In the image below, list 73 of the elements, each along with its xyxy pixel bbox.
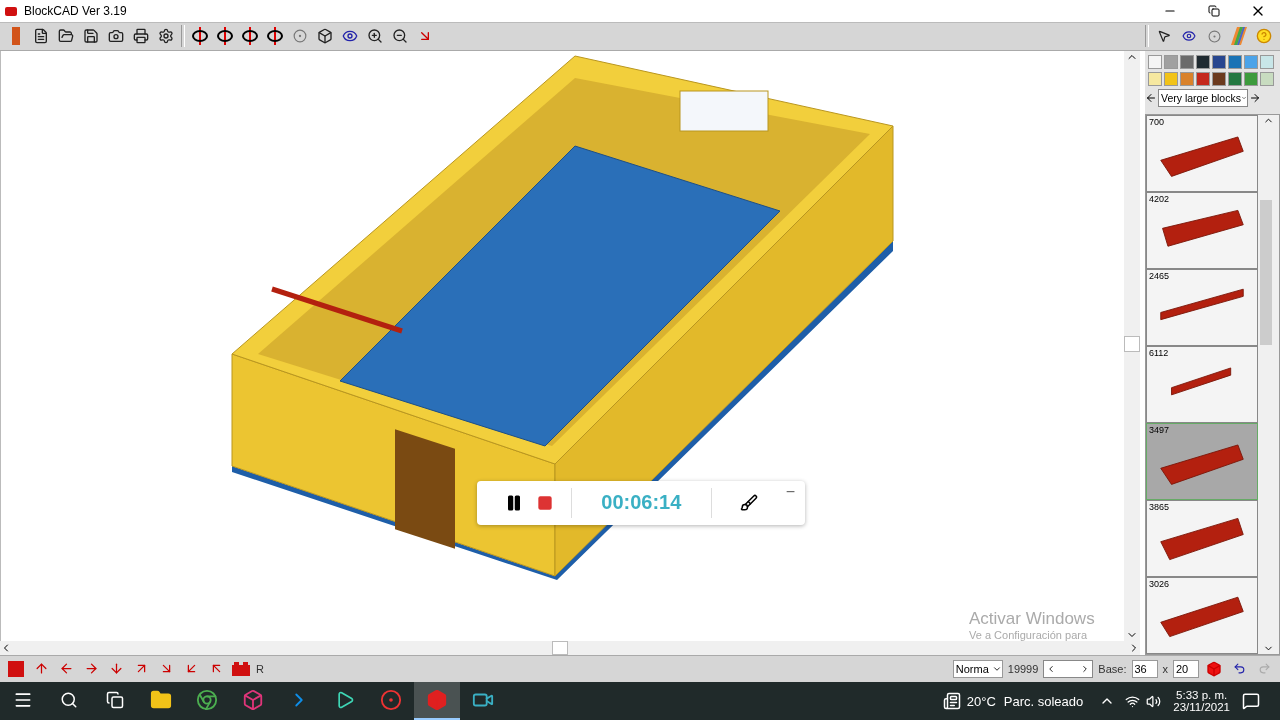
scroll-thumb[interactable] [1260, 200, 1272, 345]
color-swatch[interactable] [1212, 55, 1226, 69]
rotate-icon[interactable] [265, 26, 285, 47]
arrow-left-icon[interactable] [1145, 92, 1157, 104]
category-select[interactable]: Very large blocks [1158, 89, 1248, 107]
rotate-key-label: R [256, 663, 264, 675]
volume-icon[interactable] [1146, 693, 1162, 709]
color-swatch[interactable] [1180, 72, 1194, 86]
part-tile[interactable]: 6112 [1146, 346, 1258, 423]
times-sign: x [1162, 663, 1168, 675]
part-number: 3865 [1148, 501, 1171, 513]
notification-icon[interactable] [1242, 692, 1260, 710]
news-icon[interactable] [942, 692, 961, 710]
list-scrollbar[interactable] [1258, 115, 1279, 654]
part-tile[interactable]: 3497 [1146, 423, 1258, 500]
part-number: 700 [1148, 116, 1166, 128]
recording-timer: 00:06:14 [601, 491, 682, 515]
color-swatch[interactable] [1196, 55, 1210, 69]
clock[interactable]: 5:33 p. m. 23/11/2021 [1173, 689, 1230, 713]
scroll-thumb[interactable] [1124, 336, 1140, 352]
wifi-icon[interactable] [1125, 693, 1141, 709]
color-swatch[interactable] [1244, 55, 1258, 69]
part-number: 6112 [1148, 347, 1170, 359]
color-swatch[interactable] [1164, 72, 1178, 86]
part-number: 3026 [1148, 578, 1171, 590]
part-tile[interactable]: 3865 [1146, 500, 1258, 577]
part-tile[interactable]: 3026 [1146, 577, 1258, 654]
app-logo-icon [4, 5, 18, 17]
block-count: 19999 [1007, 663, 1039, 675]
brick-icon[interactable] [414, 682, 460, 720]
color-swatch[interactable] [1180, 55, 1194, 69]
brick-icon[interactable] [1204, 659, 1224, 679]
minimize-button[interactable]: − [785, 483, 795, 501]
part-tile[interactable]: 4202 [1146, 192, 1258, 269]
step-left-button[interactable] [1044, 661, 1059, 677]
base-width-field[interactable]: 36 [1131, 660, 1158, 678]
vertical-scrollbar[interactable] [1124, 51, 1140, 641]
part-tile[interactable]: 700 [1146, 115, 1258, 192]
rotate-icon[interactable] [240, 26, 260, 47]
color-swatch[interactable] [1196, 72, 1210, 86]
rotate-icon[interactable] [190, 26, 210, 47]
base-depth-field[interactable]: 20 [1173, 660, 1199, 678]
part-number: 4202 [1148, 193, 1171, 205]
rainbow-icon[interactable] [1229, 26, 1249, 47]
temperature-text: 20°C [966, 693, 996, 709]
part-tile[interactable]: 2465 [1146, 269, 1258, 346]
color-swatch[interactable] [1148, 72, 1162, 86]
color-swatch[interactable] [1212, 72, 1226, 86]
color-swatch[interactable] [1148, 55, 1162, 69]
rotate-icon[interactable] [215, 26, 235, 47]
stop-button[interactable] [537, 495, 553, 511]
start-icon [13, 690, 33, 710]
watermark-title: Activar Windows [969, 609, 1095, 629]
step-right-button[interactable] [1078, 661, 1093, 677]
color-swatch[interactable] [1244, 72, 1258, 86]
weather-text: Parc. soleado [1003, 693, 1084, 709]
brush-icon[interactable] [739, 494, 758, 512]
color-swatch[interactable] [1228, 55, 1242, 69]
color-swatch[interactable] [1260, 72, 1274, 86]
brick-plate-icon[interactable] [6, 659, 26, 679]
arrow-right-icon[interactable] [1249, 92, 1261, 104]
part-number: 2465 [1148, 270, 1171, 282]
pause-button[interactable] [505, 494, 523, 512]
mode-select[interactable]: Norma [952, 660, 1003, 678]
color-swatch[interactable] [1164, 55, 1178, 69]
color-swatch[interactable] [1260, 55, 1274, 69]
restore-icon [1208, 5, 1220, 17]
color-swatch[interactable] [1228, 72, 1242, 86]
brick-icon[interactable] [231, 659, 251, 679]
base-label: Base: [1098, 663, 1127, 675]
watermark-subtitle: Ve a Configuración para [969, 629, 1088, 641]
part-number: 3497 [1148, 424, 1171, 436]
window-title: BlockCAD Ver 3.19 [24, 4, 128, 18]
